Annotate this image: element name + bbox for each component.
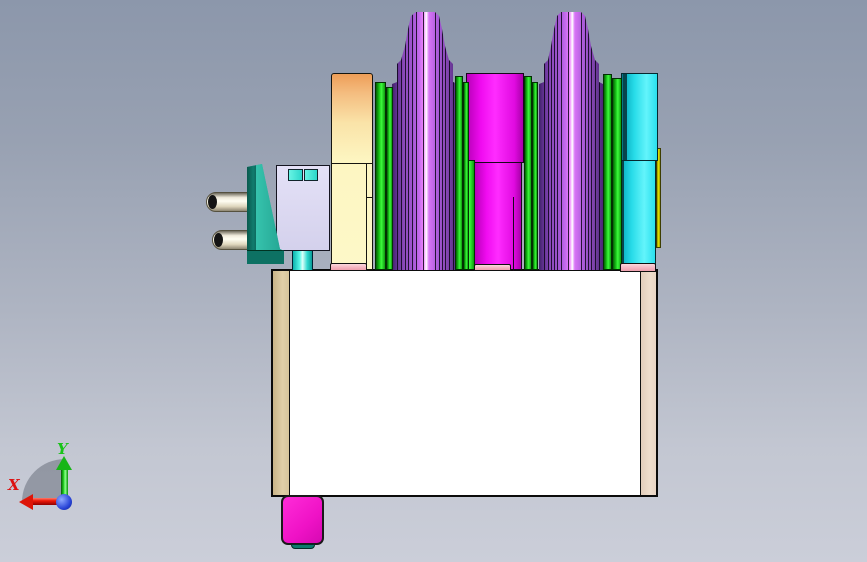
foot-pad[interactable] — [330, 263, 367, 271]
end-block-right-lower[interactable] — [618, 160, 656, 265]
spring-leaf[interactable] — [612, 78, 622, 270]
slide-insert-2[interactable] — [304, 169, 318, 181]
origin-sphere-icon[interactable] — [56, 494, 72, 510]
plate-step-line — [366, 197, 373, 198]
spring-leaf[interactable] — [463, 82, 469, 270]
ejector-pin-2[interactable] — [212, 230, 250, 250]
y-axis-arrow-icon[interactable] — [56, 456, 72, 470]
core-tower-right[interactable] — [539, 12, 603, 270]
base-plate-left-column — [273, 271, 290, 495]
spring-leaf[interactable] — [603, 74, 612, 270]
end-block-edge — [623, 74, 627, 160]
cavity-block-lower[interactable] — [474, 162, 522, 271]
locating-pad — [291, 544, 315, 549]
cad-viewport[interactable]: X Y — [0, 0, 867, 562]
foot-pad[interactable] — [620, 263, 656, 272]
cavity-split-line — [513, 197, 514, 271]
spring-leaf[interactable] — [375, 82, 386, 270]
pin-end-cap — [208, 195, 217, 209]
clamp-bottom-face — [247, 250, 284, 264]
ejector-pin-1[interactable] — [206, 192, 250, 212]
foot-pad[interactable] — [474, 264, 511, 271]
slide-insert-1[interactable] — [288, 169, 303, 181]
slide-block[interactable] — [276, 165, 330, 251]
base-plate[interactable] — [271, 269, 658, 497]
x-axis-label: X — [8, 476, 20, 494]
base-plate-right-column — [640, 271, 656, 495]
wear-strip[interactable] — [656, 148, 661, 248]
locating-block[interactable] — [281, 495, 324, 545]
x-axis-arrow-icon[interactable] — [19, 494, 33, 510]
clamp-left-edge — [247, 164, 256, 264]
end-block-right-upper[interactable] — [621, 73, 658, 161]
y-axis-label: Y — [57, 440, 68, 458]
guide-bushing[interactable] — [292, 250, 313, 270]
end-plate-left[interactable] — [331, 73, 373, 270]
spring-leaf[interactable] — [386, 87, 393, 270]
spring-leaf[interactable] — [532, 82, 538, 270]
spring-leaf[interactable] — [524, 76, 532, 270]
cavity-block-upper[interactable] — [466, 73, 524, 163]
pin-end-cap — [214, 233, 223, 247]
core-tower-left[interactable] — [392, 12, 458, 270]
plate-edge-line — [366, 163, 367, 269]
